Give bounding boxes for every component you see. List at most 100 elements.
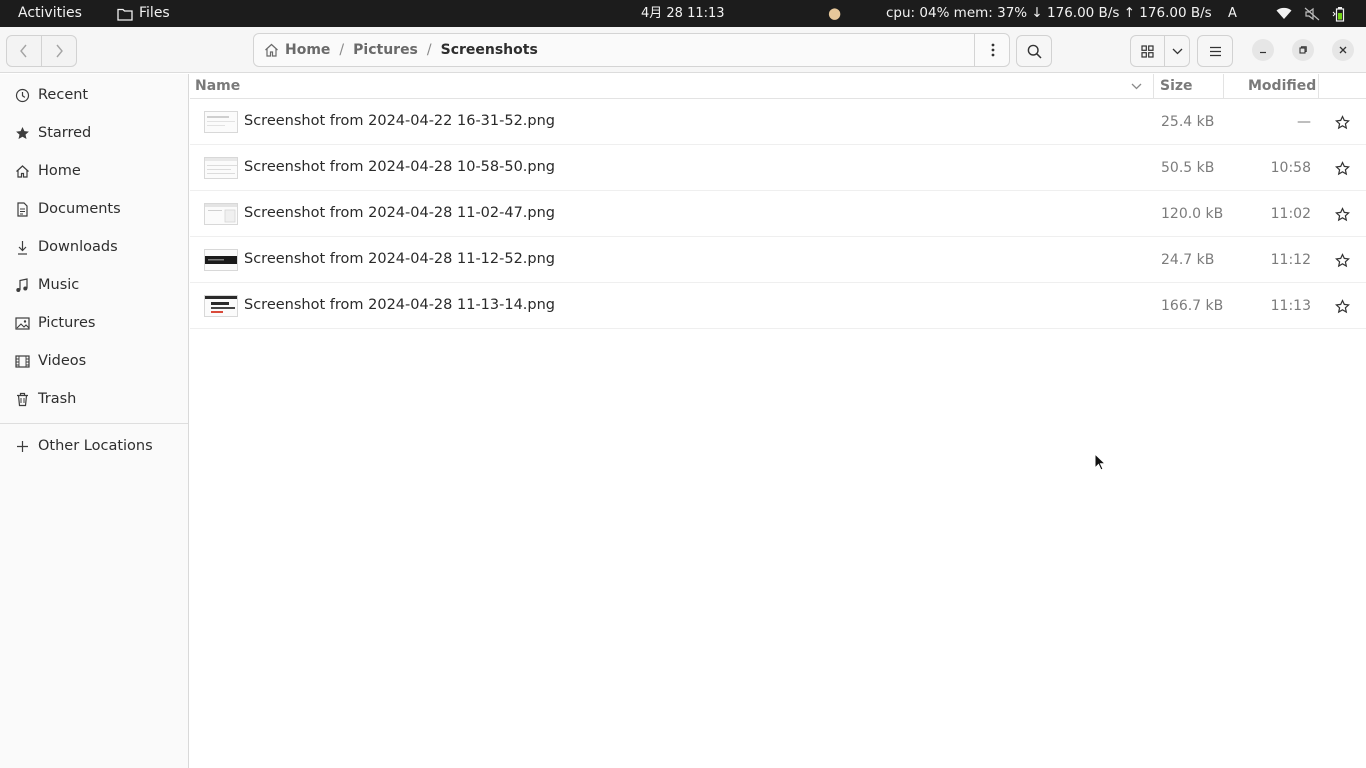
main-menu-button[interactable] [1197,35,1233,67]
input-method-indicator[interactable]: A [1228,0,1237,27]
file-name: Screenshot from 2024-04-28 11-13-14.png [244,297,556,313]
file-size: 25.4 kB [1161,114,1215,130]
close-icon [1339,46,1347,54]
file-modified: 10:58 [1270,160,1311,176]
sidebar-item-videos[interactable]: Videos [0,343,188,379]
sidebar-item-documents[interactable]: Documents [0,191,188,227]
sidebar-item-label: Home [38,163,81,179]
file-row[interactable]: Screenshot from 2024-04-28 11-02-47.png … [190,191,1366,237]
sidebar-item-other-locations[interactable]: Other Locations [0,428,188,464]
sidebar-item-trash[interactable]: Trash [0,381,188,417]
file-row[interactable]: Screenshot from 2024-04-28 11-12-52.png … [190,237,1366,283]
close-button[interactable] [1332,39,1354,61]
sidebar-item-label: Videos [38,353,87,369]
sidebar-item-label: Music [38,277,80,293]
chevron-right-icon [56,44,63,58]
home-icon [265,43,278,57]
path-current-folder[interactable]: Screenshots [441,42,538,58]
file-name: Screenshot from 2024-04-22 16-31-52.png [244,113,556,129]
image-thumbnail [204,157,238,179]
system-monitor[interactable]: cpu: 04% mem: 37% ↓ 176.00 B/s ↑ 176.00 … [886,0,1212,27]
minimize-button[interactable] [1252,39,1274,61]
file-size: 166.7 kB [1161,298,1224,314]
plus-icon [14,438,30,454]
search-icon [1027,44,1042,59]
wifi-icon [1276,7,1292,19]
sort-chevron-down-icon[interactable] [1131,78,1142,94]
sidebar-item-label: Documents [38,201,121,217]
file-name: Screenshot from 2024-04-28 11-12-52.png [244,251,556,267]
grid-view-button[interactable] [1130,35,1165,67]
clock-icon [14,87,30,103]
chevron-left-icon [20,44,27,58]
star-outline-icon[interactable] [1333,251,1351,269]
column-modified-header[interactable]: Modified [1248,78,1316,94]
sidebar-item-home[interactable]: Home [0,153,188,189]
star-outline-icon[interactable] [1333,113,1351,131]
file-modified: 11:02 [1270,206,1311,222]
restore-icon [1299,46,1307,54]
file-row[interactable]: Screenshot from 2024-04-22 16-31-52.png … [190,99,1366,145]
forward-button[interactable] [41,35,77,67]
grid-icon [1141,44,1154,58]
file-name: Screenshot from 2024-04-28 11-02-47.png [244,205,556,221]
column-name-header[interactable]: Name [195,78,240,94]
path-pictures-button[interactable]: Pictures [353,42,418,58]
sidebar-item-recent[interactable]: Recent [0,77,188,113]
file-row[interactable]: Screenshot from 2024-04-28 10-58-50.png … [190,145,1366,191]
sidebar: Recent Starred Home Documents Downloads … [0,74,189,768]
star-outline-icon[interactable] [1333,159,1351,177]
battery-icon [1332,6,1345,22]
cat-indicator-icon[interactable]: ● [828,0,841,27]
image-thumbnail [204,203,238,225]
view-options-dropdown[interactable] [1164,35,1190,67]
path-home-button[interactable]: Home [254,42,330,58]
path-menu-button[interactable] [974,34,1010,66]
star-outline-icon[interactable] [1333,205,1351,223]
file-size: 50.5 kB [1161,160,1215,176]
file-modified: — [1297,114,1311,130]
clock[interactable]: 4月 28 11:13 [641,0,725,27]
app-menu-files[interactable]: Files [117,0,170,27]
activities-button[interactable]: Activities [18,0,82,27]
sidebar-item-label: Other Locations [38,438,153,454]
sidebar-divider [0,423,188,424]
trash-icon [14,391,30,407]
star-outline-icon[interactable] [1333,297,1351,315]
picture-icon [14,315,30,331]
search-button[interactable] [1016,35,1052,67]
file-row[interactable]: Screenshot from 2024-04-28 11-13-14.png … [190,283,1366,329]
hamburger-icon [1209,46,1221,56]
vertical-dots-icon [991,43,994,57]
path-bar: Home / Pictures / Screenshots [253,33,1010,67]
video-icon [14,353,30,369]
app-name: Files [139,5,170,21]
file-list-view: Name Size Modified Screenshot from 2024-… [190,74,1366,768]
sidebar-item-pictures[interactable]: Pictures [0,305,188,341]
path-separator: / [339,42,345,58]
column-separator [1153,74,1154,99]
chevron-down-icon [1172,48,1182,54]
file-name: Screenshot from 2024-04-28 10-58-50.png [244,159,556,175]
star-icon [14,125,30,141]
mouse-pointer-icon [1094,452,1107,475]
column-separator [1318,74,1319,99]
sidebar-item-label: Pictures [38,315,96,331]
path-separator: / [426,42,432,58]
sidebar-item-music[interactable]: Music [0,267,188,303]
sidebar-item-label: Trash [38,391,77,407]
sidebar-item-downloads[interactable]: Downloads [0,229,188,265]
minimize-icon [1260,51,1266,54]
header-bar: Home / Pictures / Screenshots [0,27,1366,73]
top-bar: Activities Files 4月 28 11:13 ● cpu: 04% … [0,0,1366,27]
column-header: Name Size Modified [190,74,1366,99]
sidebar-item-label: Recent [38,87,89,103]
sidebar-item-label: Starred [38,125,92,141]
restore-button[interactable] [1292,39,1314,61]
status-icons[interactable] [1276,0,1348,27]
column-size-header[interactable]: Size [1160,78,1193,94]
download-icon [14,239,30,255]
back-button[interactable] [6,35,42,67]
sidebar-item-starred[interactable]: Starred [0,115,188,151]
volume-muted-icon [1304,7,1320,20]
